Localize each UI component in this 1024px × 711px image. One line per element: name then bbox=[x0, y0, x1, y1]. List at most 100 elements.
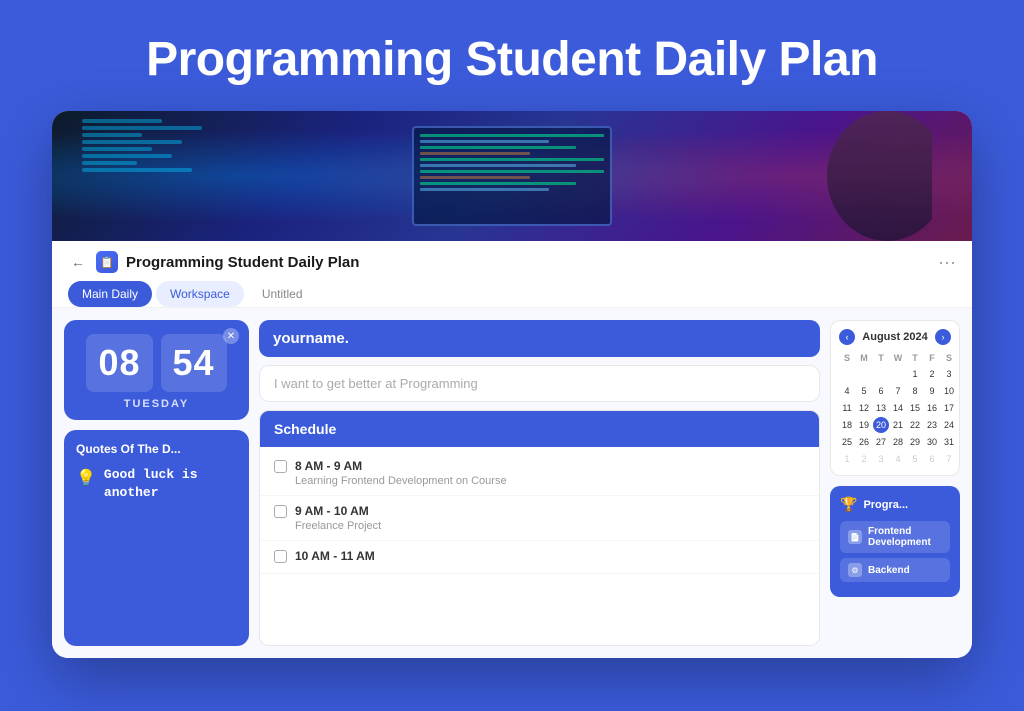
progress-item-1[interactable]: 📄 Frontend Development bbox=[840, 521, 950, 553]
cal-day[interactable]: 15 bbox=[907, 400, 923, 416]
cal-day[interactable]: 6 bbox=[924, 451, 940, 467]
tab-main-daily[interactable]: Main Daily bbox=[68, 281, 152, 307]
cal-day[interactable]: 18 bbox=[839, 417, 855, 433]
cal-day[interactable]: 23 bbox=[924, 417, 940, 433]
hero-banner bbox=[52, 111, 972, 241]
cal-day[interactable]: 28 bbox=[890, 434, 906, 450]
clock-hours: 08 bbox=[86, 334, 152, 392]
cal-header-t1: T bbox=[873, 351, 889, 365]
cal-day[interactable] bbox=[839, 366, 855, 382]
name-card[interactable]: yourname. bbox=[259, 320, 820, 357]
cal-day[interactable]: 30 bbox=[924, 434, 940, 450]
app-nav: ← 📋 Programming Student Daily Plan ··· bbox=[68, 251, 956, 273]
schedule-item-2: 9 AM - 10 AM Freelance Project bbox=[260, 496, 819, 541]
close-button[interactable]: ✕ bbox=[223, 328, 239, 344]
cal-day[interactable]: 19 bbox=[856, 417, 872, 433]
schedule-item-1: 8 AM - 9 AM Learning Frontend Developmen… bbox=[260, 451, 819, 496]
cal-day[interactable]: 7 bbox=[890, 383, 906, 399]
cal-day[interactable]: 10 bbox=[941, 383, 957, 399]
cal-day[interactable]: 3 bbox=[873, 451, 889, 467]
goal-card[interactable]: I want to get better at Programming bbox=[259, 365, 820, 402]
cal-day[interactable]: 29 bbox=[907, 434, 923, 450]
middle-panel: yourname. I want to get better at Progra… bbox=[249, 320, 830, 646]
cal-day[interactable]: 9 bbox=[924, 383, 940, 399]
tab-workspace[interactable]: Workspace bbox=[156, 281, 244, 307]
cal-day[interactable]: 4 bbox=[839, 383, 855, 399]
schedule-item-3: 10 AM - 11 AM bbox=[260, 541, 819, 574]
app-icon: 📋 bbox=[96, 251, 118, 273]
prog-item-label-1: Frontend Development bbox=[868, 526, 942, 548]
quote-text: Good luck is another bbox=[104, 466, 237, 502]
back-button[interactable]: ← bbox=[68, 252, 88, 272]
quotes-title: Quotes Of The D... bbox=[76, 442, 237, 456]
app-window: ← 📋 Programming Student Daily Plan ··· M… bbox=[52, 111, 972, 658]
trophy-icon: 🏆 bbox=[840, 496, 857, 513]
calendar-grid: S M T W T F S 1 2 3 4 bbox=[839, 351, 951, 467]
cal-day[interactable]: 4 bbox=[890, 451, 906, 467]
prog-item-label-2: Backend bbox=[868, 565, 910, 576]
cal-day[interactable]: 8 bbox=[907, 383, 923, 399]
cal-day[interactable]: 26 bbox=[856, 434, 872, 450]
cal-day[interactable]: 5 bbox=[856, 383, 872, 399]
cal-day[interactable]: 31 bbox=[941, 434, 957, 450]
cal-day[interactable]: 1 bbox=[907, 366, 923, 382]
cal-day[interactable]: 22 bbox=[907, 417, 923, 433]
cal-day[interactable]: 12 bbox=[856, 400, 872, 416]
cal-day[interactable] bbox=[890, 366, 906, 382]
page-title: Programming Student Daily Plan bbox=[126, 0, 898, 111]
hero-monitor bbox=[412, 126, 612, 226]
cal-day[interactable]: 17 bbox=[941, 400, 957, 416]
schedule-checkbox-3[interactable] bbox=[274, 550, 287, 563]
schedule-time-3: 10 AM - 11 AM bbox=[274, 549, 805, 563]
cal-day[interactable]: 25 bbox=[839, 434, 855, 450]
tab-bar: Main Daily Workspace Untitled bbox=[68, 281, 956, 307]
cal-next-button[interactable]: › bbox=[935, 329, 951, 345]
cal-day[interactable]: 7 bbox=[941, 451, 957, 467]
tab-untitled[interactable]: Untitled bbox=[248, 281, 317, 307]
cal-day[interactable]: 2 bbox=[856, 451, 872, 467]
app-title-text: Programming Student Daily Plan bbox=[126, 254, 930, 271]
schedule-header: Schedule bbox=[260, 411, 819, 447]
hero-figure bbox=[782, 111, 932, 241]
left-panel: ✕ 08 54 TUESDAY Quotes Of The D... 💡 Goo… bbox=[64, 320, 249, 646]
schedule-time-2: 9 AM - 10 AM bbox=[274, 504, 805, 518]
cal-prev-button[interactable]: ‹ bbox=[839, 329, 855, 345]
goal-text: I want to get better at Programming bbox=[274, 376, 805, 391]
cal-day-today[interactable]: 20 bbox=[873, 417, 889, 433]
clock-minutes: 54 bbox=[161, 334, 227, 392]
cal-day[interactable]: 27 bbox=[873, 434, 889, 450]
cal-day[interactable]: 16 bbox=[924, 400, 940, 416]
cal-day[interactable]: 3 bbox=[941, 366, 957, 382]
schedule-checkbox-2[interactable] bbox=[274, 505, 287, 518]
progress-header: 🏆 Progra... bbox=[840, 496, 950, 513]
progress-item-2[interactable]: ⚙ Backend bbox=[840, 558, 950, 582]
main-content: ✕ 08 54 TUESDAY Quotes Of The D... 💡 Goo… bbox=[52, 308, 972, 658]
cal-day[interactable]: 24 bbox=[941, 417, 957, 433]
more-button[interactable]: ··· bbox=[938, 252, 956, 273]
clock-display: 08 54 bbox=[76, 334, 237, 392]
cal-day[interactable]: 2 bbox=[924, 366, 940, 382]
clock-day: TUESDAY bbox=[76, 398, 237, 410]
cal-day[interactable]: 13 bbox=[873, 400, 889, 416]
cal-day[interactable]: 14 bbox=[890, 400, 906, 416]
cal-header-s2: S bbox=[941, 351, 957, 365]
progress-widget: 🏆 Progra... 📄 Frontend Development ⚙ Bac… bbox=[830, 486, 960, 597]
schedule-card: Schedule 8 AM - 9 AM Learning Frontend D… bbox=[259, 410, 820, 646]
cal-day[interactable] bbox=[873, 366, 889, 382]
cal-day[interactable]: 1 bbox=[839, 451, 855, 467]
calendar-header: ‹ August 2024 › bbox=[839, 329, 951, 345]
cal-day[interactable] bbox=[856, 366, 872, 382]
prog-item-icon-2: ⚙ bbox=[848, 563, 862, 577]
schedule-desc-1: Learning Frontend Development on Course bbox=[274, 475, 805, 487]
schedule-checkbox-1[interactable] bbox=[274, 460, 287, 473]
prog-item-icon-1: 📄 bbox=[848, 530, 862, 544]
right-panel: ‹ August 2024 › S M T W T F S bbox=[830, 320, 960, 646]
progress-title: Progra... bbox=[863, 499, 908, 511]
cal-day[interactable]: 6 bbox=[873, 383, 889, 399]
cal-header-f: F bbox=[924, 351, 940, 365]
cal-day[interactable]: 11 bbox=[839, 400, 855, 416]
schedule-body: 8 AM - 9 AM Learning Frontend Developmen… bbox=[260, 447, 819, 578]
hero-code-decoration bbox=[82, 119, 202, 172]
cal-day[interactable]: 21 bbox=[890, 417, 906, 433]
cal-day[interactable]: 5 bbox=[907, 451, 923, 467]
